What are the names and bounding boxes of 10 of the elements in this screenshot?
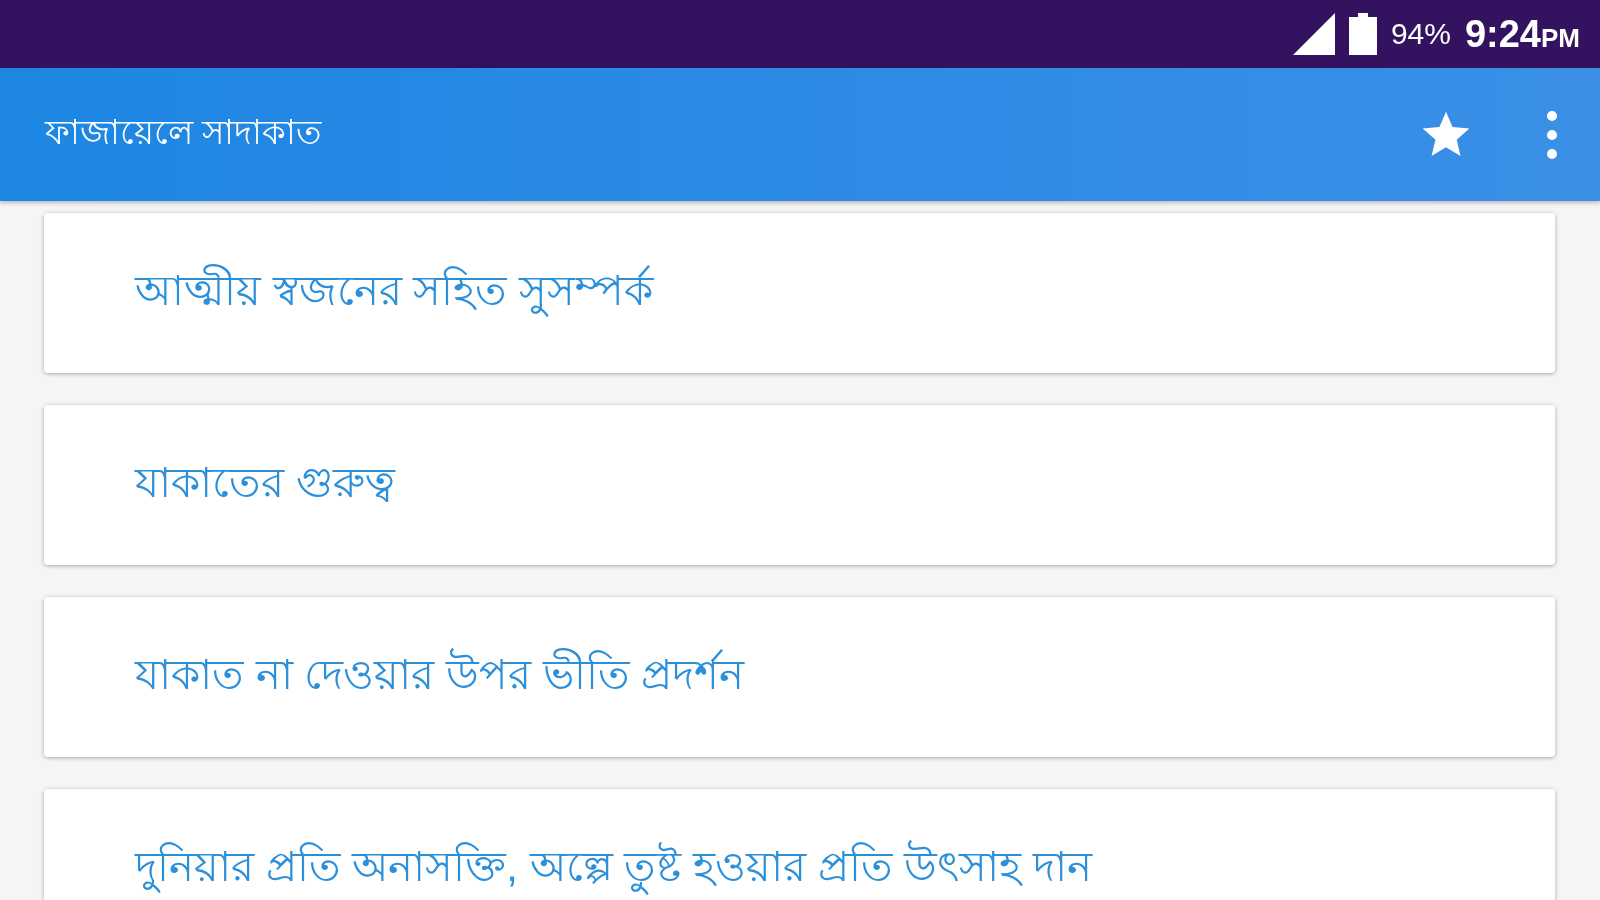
clock: 9:24PM <box>1464 12 1580 56</box>
topic-card[interactable]: যাকাতের গুরুত্ব <box>44 405 1555 565</box>
topic-card[interactable]: আত্মীয় স্বজনের সহিত সুসম্পর্ক <box>44 213 1555 373</box>
battery-percentage: 94% <box>1390 17 1451 51</box>
battery-icon <box>1348 13 1377 55</box>
more-vertical-icon <box>1546 109 1558 160</box>
signal-icon <box>1292 13 1335 55</box>
app-title: ফাজায়েলে সাদাকাত <box>45 112 324 153</box>
topic-card[interactable]: দুনিয়ার প্রতি অনাসক্তি, অল্পে তুষ্ট হওয়ার প্রতি উৎসাহ দান <box>44 789 1555 900</box>
topic-card[interactable]: যাকাত না দেওয়ার উপর ভীতি প্রদর্শন <box>44 597 1555 757</box>
